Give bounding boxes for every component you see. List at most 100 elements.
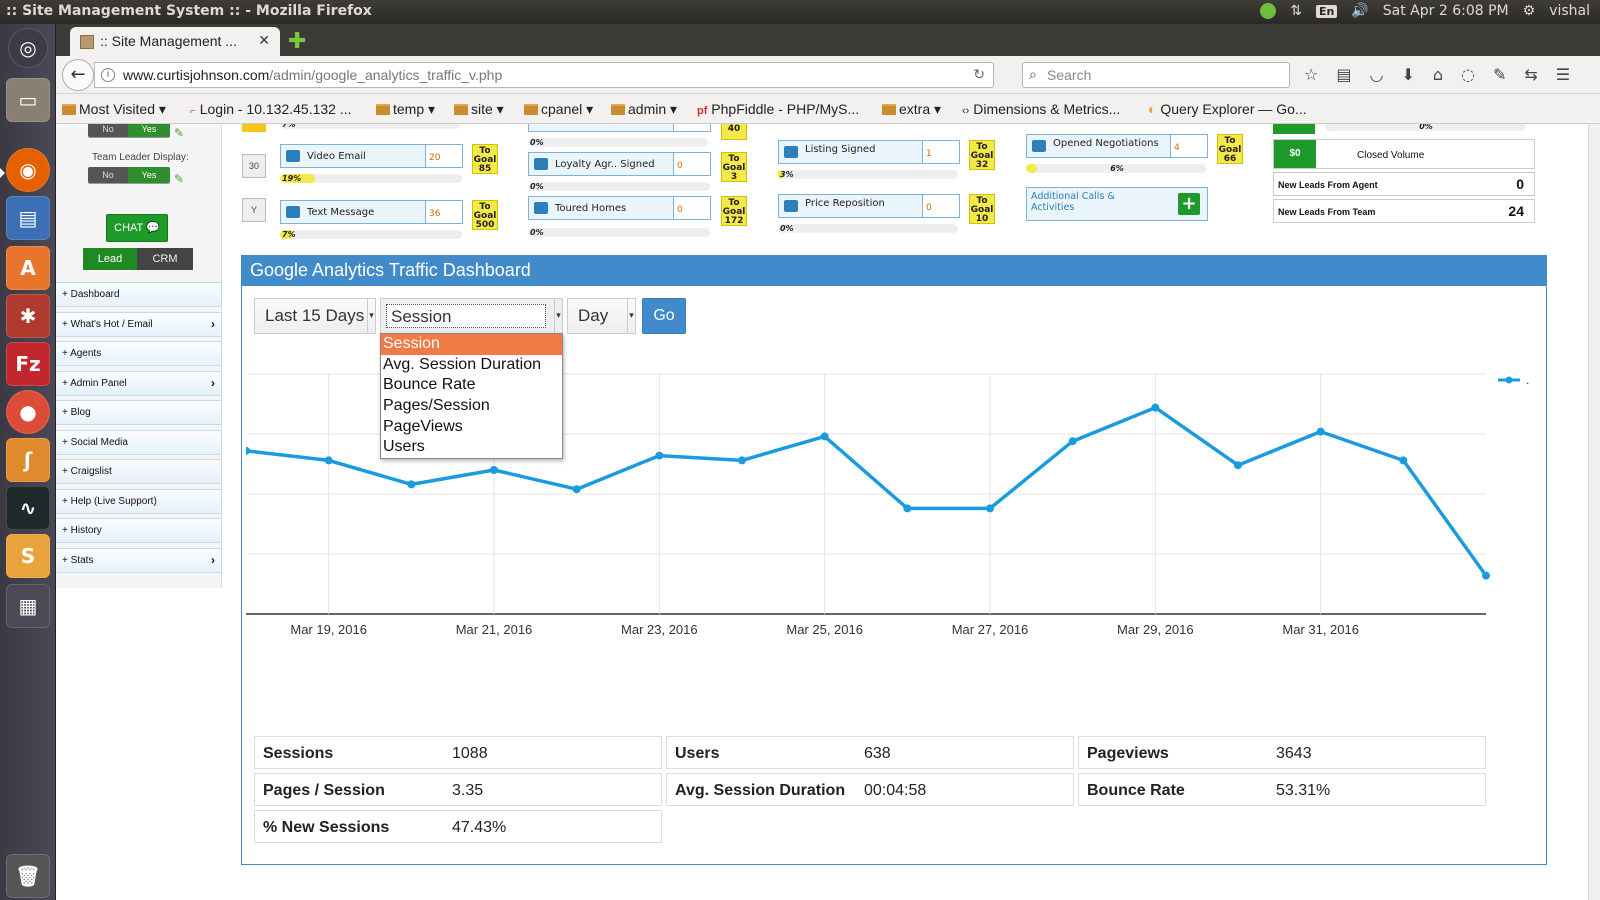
back-icon[interactable]: ← [62, 59, 94, 91]
filezilla-icon[interactable]: Fz [6, 342, 50, 386]
lead-tab[interactable]: Lead [83, 248, 137, 270]
row-label: Y [242, 198, 266, 222]
opened-negotiations-metric[interactable]: Opened Negotiations [1026, 134, 1172, 158]
team-leader-toggle[interactable]: No Yes [88, 167, 170, 183]
ubuntu-one-icon[interactable]: ʃ [6, 438, 50, 482]
metric-select[interactable]: Session ▾ [380, 298, 563, 334]
bookmark-temp[interactable]: temp ▾ [376, 101, 435, 118]
menu-icon[interactable]: ☰ [1556, 65, 1570, 84]
download-icon[interactable]: ⬇ [1401, 65, 1414, 84]
lead-crm-switch: Lead CRM [83, 248, 193, 270]
metric-option[interactable]: Pages/Session [381, 396, 562, 417]
additional-calls-widget[interactable]: Additional Calls & Activities + [1026, 187, 1208, 221]
chat-button[interactable]: CHAT 💬 [106, 214, 168, 242]
bookmark-label: admin [628, 101, 667, 117]
sublime-icon[interactable]: S [6, 534, 50, 578]
sidebar-item-agents[interactable]: + Agents [56, 341, 222, 366]
sidebar-item-dashboard[interactable]: + Dashboard [56, 282, 222, 307]
bookmark-cpanel[interactable]: cpanel ▾ [524, 101, 593, 118]
chrome-icon[interactable]: ● [6, 390, 50, 434]
firefox-icon[interactable]: ◉ [6, 148, 50, 192]
price-reposition-metric[interactable]: Price Reposition [778, 194, 924, 218]
home-icon[interactable]: ⌂ [1433, 65, 1443, 84]
goal-badge: To Goal 172 [721, 196, 747, 226]
bookmark-phpfiddle[interactable]: pf PhpFiddle - PHP/MyS... [697, 101, 859, 117]
clock[interactable]: Sat Apr 2 6:08 PM [1383, 3, 1509, 19]
chat-icon[interactable]: ◌ [1461, 65, 1475, 84]
metric-option[interactable]: Bounce Rate [381, 375, 562, 396]
pen-icon [534, 158, 548, 170]
files-icon[interactable]: ▭ [6, 78, 50, 122]
url-bar[interactable]: i www.curtisjohnson.com/admin/google_ana… [94, 62, 994, 88]
bookmark-login[interactable]: ⌐ Login - 10.132.45.132 ... [190, 101, 352, 117]
metric-option[interactable]: Avg. Session Duration [381, 355, 562, 376]
writer-icon[interactable]: ▤ [6, 196, 50, 240]
favicon-icon [80, 35, 94, 49]
tab-title: :: Site Management ... [100, 33, 237, 49]
page-content: No Yes ✎ Team Leader Display: No Yes ✎ C… [56, 124, 1600, 900]
data-point [572, 485, 581, 494]
settings-icon[interactable]: ⚙ [1523, 3, 1536, 19]
metric-option[interactable]: Users [381, 437, 562, 458]
user-name[interactable]: vishal [1549, 3, 1590, 19]
new-tab-icon[interactable]: ✚ [288, 29, 306, 54]
page-scrollbar[interactable] [1588, 124, 1600, 900]
pocket-icon[interactable]: ◡ [1369, 65, 1383, 84]
bookmark-site[interactable]: site ▾ [454, 101, 504, 118]
settings-icon[interactable]: ✱ [6, 294, 50, 338]
edit-icon[interactable]: ✎ [174, 126, 184, 140]
display-toggle[interactable]: No Yes [88, 124, 170, 137]
select-value: Last 15 Days [265, 306, 365, 325]
bookmark-admin[interactable]: admin ▾ [611, 101, 677, 118]
sidebar-item-craigslist[interactable]: + Craigslist [56, 459, 222, 484]
software-center-icon[interactable]: A [6, 246, 50, 290]
edit-icon[interactable]: ✎ [174, 172, 184, 186]
close-tab-icon[interactable]: ✕ [258, 32, 270, 49]
workspaces-icon[interactable]: ▦ [6, 584, 50, 628]
toured-homes-metric[interactable]: Toured Homes [528, 196, 676, 220]
listing-signed-metric[interactable]: Listing Signed [778, 140, 924, 164]
sidebar-item-stats[interactable]: + Stats › [56, 547, 222, 573]
chevron-right-icon: › [211, 552, 215, 567]
stat-value: 3643 [1276, 745, 1312, 762]
sidebar-item-social-media[interactable]: + Social Media [56, 429, 222, 455]
volume-icon[interactable]: 🔊 [1351, 3, 1368, 19]
site-info-icon[interactable]: i [101, 68, 115, 82]
bookmark-most-visited[interactable]: Most Visited ▾ [62, 101, 166, 118]
metric-option[interactable]: Session [381, 334, 562, 355]
tab-site-management[interactable]: :: Site Management ... ✕ [70, 27, 280, 56]
text-message-metric[interactable]: Text Message [280, 200, 428, 224]
sidebar-item-blog[interactable]: + Blog [56, 400, 222, 425]
loyalty-signed-metric[interactable]: Loyalty Agr.. Signed [528, 152, 676, 176]
bookmark-extra[interactable]: extra ▾ [882, 101, 941, 118]
reading-list-icon[interactable]: ▤ [1336, 65, 1351, 84]
hangouts-icon[interactable] [1260, 3, 1277, 19]
search-input[interactable]: ⌕ Search [1022, 62, 1290, 88]
sync-icon[interactable]: ⇆ [1524, 65, 1537, 84]
bookmark-star-icon[interactable]: ☆ [1304, 65, 1318, 84]
bookmark-dimensions[interactable]: ‹› Dimensions & Metrics... [962, 101, 1120, 117]
stat-bounce-rate: Bounce Rate 53.31% [1078, 773, 1486, 806]
date-range-select[interactable]: Last 15 Days ▾ [254, 298, 376, 334]
toggle-no: No [88, 167, 128, 183]
extension-icon[interactable]: ✎ [1493, 65, 1506, 84]
add-icon[interactable]: + [1178, 193, 1200, 215]
network-icon[interactable]: ⇅ [1290, 3, 1302, 19]
dash-icon[interactable]: ◎ [8, 28, 48, 68]
system-monitor-icon[interactable]: ∿ [6, 486, 50, 530]
metric-option[interactable]: PageViews [381, 417, 562, 438]
metric-value: 0 [673, 196, 711, 220]
go-button[interactable]: Go [642, 298, 686, 334]
keyboard-layout-indicator[interactable]: En [1315, 4, 1338, 18]
trash-icon[interactable]: 🗑 [6, 854, 50, 898]
sidebar-item-history[interactable]: + History [56, 518, 222, 543]
sidebar-item-help-live-support[interactable]: + Help (Live Support) [56, 488, 222, 514]
interval-select[interactable]: Day ▾ [567, 298, 636, 334]
sidebar-item-what-s-hot-email[interactable]: + What's Hot / Email › [56, 311, 222, 337]
progress-text: 19% [282, 174, 302, 183]
bookmark-query-explorer[interactable]: ◐ Query Explorer — Go... [1148, 101, 1307, 117]
video-email-metric[interactable]: Video Email [280, 144, 428, 168]
reload-icon[interactable]: ↻ [973, 66, 985, 83]
crm-tab[interactable]: CRM [137, 248, 193, 270]
sidebar-item-admin-panel[interactable]: + Admin Panel › [56, 370, 222, 396]
